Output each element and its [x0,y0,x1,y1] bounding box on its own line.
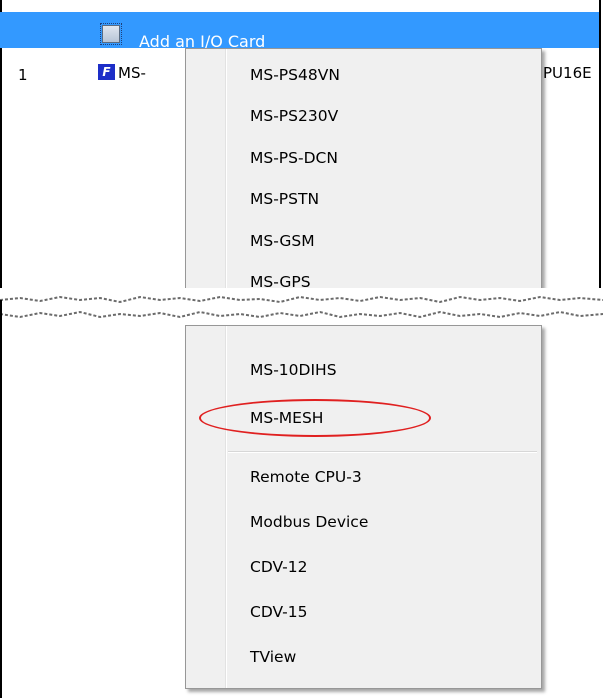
menu-item-ms-ps-dcn[interactable]: MS-PS-DCN [250,149,338,167]
row-device-name: MS- [118,64,146,82]
menu-gutter-highlight-lower [226,326,227,688]
row-number: 1 [18,66,28,84]
row-device-name-end: PU16E [543,64,592,82]
grid-left-border-lower [0,300,2,698]
menu-item-cdv-15[interactable]: CDV-15 [250,603,308,621]
menu-item-cdv-12[interactable]: CDV-12 [250,558,308,576]
card-icon [100,23,122,45]
menu-item-ms-ps48vn[interactable]: MS-PS48VN [250,66,340,84]
menu-item-ms-pstn[interactable]: MS-PSTN [250,190,319,208]
grid-panel-bottom: MS-10DIHS MS-MESH Remote CPU-3 Modbus De… [0,300,603,698]
menu-separator [228,451,537,453]
menu-item-remote-cpu-3[interactable]: Remote CPU-3 [250,468,362,486]
menu-item-modbus-device[interactable]: Modbus Device [250,513,368,531]
grid-right-border [599,0,601,298]
add-io-card-row[interactable]: Add an I/O Card [0,12,601,51]
context-menu-top: MS-PS48VN MS-PS230V MS-PS-DCN MS-PSTN MS… [185,48,542,310]
context-menu-bottom: MS-10DIHS MS-MESH Remote CPU-3 Modbus De… [185,325,542,689]
menu-gutter-highlight [226,49,227,309]
menu-item-ms-10dihs[interactable]: MS-10DIHS [250,361,337,379]
device-icon: F [98,64,115,80]
menu-item-tview[interactable]: TView [250,648,296,666]
menu-item-ms-ps230v[interactable]: MS-PS230V [250,107,338,125]
grid-panel-top: Add an I/O Card 1 F MS- PU16E MS-PS48VN … [0,0,601,310]
highlight-annotation-ellipse [199,399,431,437]
menu-item-ms-gsm[interactable]: MS-GSM [250,232,315,250]
